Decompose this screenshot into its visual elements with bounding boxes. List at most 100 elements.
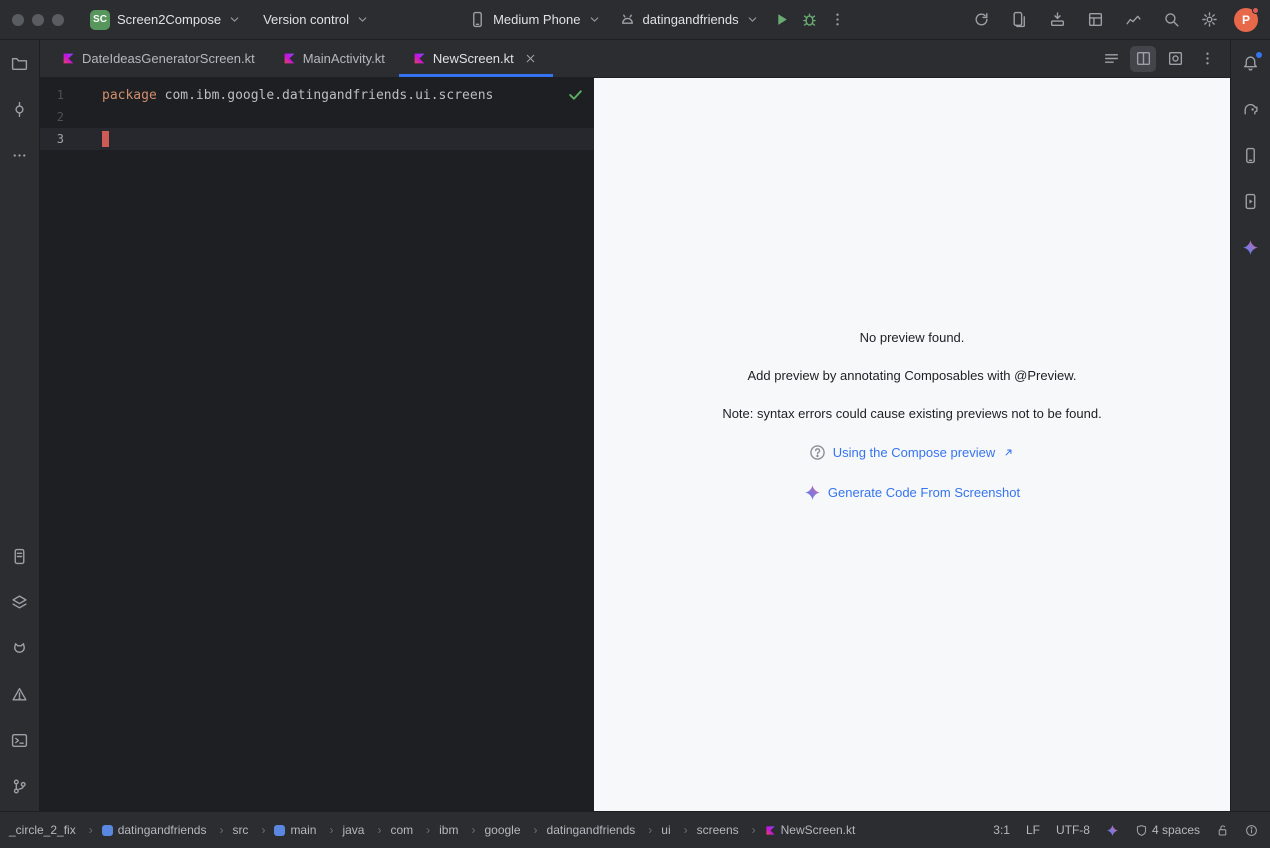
preview-hint-1: Add preview by annotating Composables wi… bbox=[748, 368, 1077, 383]
tab-newscreen[interactable]: NewScreen.kt bbox=[399, 40, 553, 77]
window-controls bbox=[12, 14, 64, 26]
breadcrumb-label: ui bbox=[661, 823, 670, 837]
run-configuration-label: datingandfriends bbox=[643, 12, 739, 27]
terminal-icon bbox=[11, 732, 28, 749]
version-control-widget[interactable]: Version control bbox=[255, 8, 377, 31]
chevron-down-icon bbox=[588, 13, 601, 26]
running-devices-tool-button[interactable] bbox=[1238, 188, 1264, 214]
user-avatar[interactable]: P bbox=[1234, 8, 1258, 32]
device-manager-button[interactable] bbox=[1006, 7, 1032, 33]
project-name: Screen2Compose bbox=[117, 12, 221, 27]
breadcrumb-label: ibm bbox=[439, 823, 458, 837]
editor-column: DateIdeasGeneratorScreen.kt MainActivity… bbox=[40, 40, 1230, 811]
breadcrumb-item-file[interactable]: NewScreen.kt bbox=[764, 821, 857, 839]
chevron-down-icon bbox=[746, 13, 759, 26]
code-view-toggle[interactable] bbox=[1098, 46, 1124, 72]
device-explorer-tool-button[interactable] bbox=[7, 543, 33, 569]
statusbar-widgets: 3:1 LF UTF-8 4 spaces bbox=[993, 823, 1258, 837]
sync-project-button[interactable] bbox=[968, 7, 994, 33]
breadcrumb-item[interactable]: java bbox=[341, 821, 389, 839]
titlebar: SC Screen2Compose Version control Medium… bbox=[0, 0, 1270, 40]
encoding-widget[interactable]: UTF-8 bbox=[1056, 823, 1090, 837]
run-configuration-selector[interactable]: datingandfriends bbox=[611, 7, 767, 32]
breadcrumb-label: main bbox=[290, 823, 316, 837]
editor-tab-bar: DateIdeasGeneratorScreen.kt MainActivity… bbox=[40, 40, 1230, 78]
tab-mainactivity[interactable]: MainActivity.kt bbox=[269, 40, 399, 77]
breadcrumb-item[interactable]: ui bbox=[660, 821, 695, 839]
inspections-status-widget[interactable] bbox=[567, 86, 584, 107]
gemini-status-widget[interactable] bbox=[1106, 824, 1119, 837]
settings-button[interactable] bbox=[1196, 7, 1222, 33]
build-variants-tool-button[interactable] bbox=[7, 589, 33, 615]
gear-icon bbox=[1201, 11, 1218, 28]
run-icon bbox=[773, 11, 790, 28]
minimize-window-button[interactable] bbox=[32, 14, 44, 26]
check-icon bbox=[567, 86, 584, 103]
debug-button[interactable] bbox=[797, 7, 823, 33]
no-preview-title: No preview found. bbox=[860, 330, 965, 345]
code-line-2[interactable]: 2 bbox=[40, 106, 594, 128]
caret-position-label: 3:1 bbox=[993, 823, 1010, 837]
kotlin-file-icon bbox=[413, 52, 426, 65]
warning-icon bbox=[11, 686, 28, 703]
gemini-icon bbox=[1242, 239, 1259, 256]
code-line-3[interactable]: 3 bbox=[40, 128, 594, 150]
more-dots-icon bbox=[11, 147, 28, 164]
tab-dateideasgeneratorscreen[interactable]: DateIdeasGeneratorScreen.kt bbox=[48, 40, 269, 77]
info-circle-icon bbox=[1245, 824, 1258, 837]
split-view-toggle[interactable] bbox=[1130, 46, 1156, 72]
breadcrumb-item[interactable]: google bbox=[483, 821, 545, 839]
close-window-button[interactable] bbox=[12, 14, 24, 26]
generate-code-from-screenshot-link[interactable]: Generate Code From Screenshot bbox=[804, 484, 1020, 501]
kebab-menu-icon bbox=[829, 11, 846, 28]
indent-widget[interactable]: 4 spaces bbox=[1135, 823, 1200, 837]
project-tool-button[interactable] bbox=[7, 50, 33, 76]
layout-inspector-button[interactable] bbox=[1082, 7, 1108, 33]
chevron-down-icon bbox=[356, 13, 369, 26]
sdk-manager-button[interactable] bbox=[1044, 7, 1070, 33]
readonly-toggle-widget[interactable] bbox=[1216, 824, 1229, 837]
project-selector[interactable]: SC Screen2Compose bbox=[82, 6, 249, 34]
titlebar-right-actions: P bbox=[968, 7, 1258, 33]
design-view-toggle[interactable] bbox=[1162, 46, 1188, 72]
zoom-window-button[interactable] bbox=[52, 14, 64, 26]
breadcrumb-label: NewScreen.kt bbox=[781, 823, 856, 837]
sdk-manager-icon bbox=[1049, 11, 1066, 28]
problems-tool-button[interactable] bbox=[7, 681, 33, 707]
breadcrumb-item[interactable]: datingandfriends bbox=[546, 821, 661, 839]
run-button[interactable] bbox=[769, 7, 795, 33]
breadcrumb-item[interactable]: ibm bbox=[438, 821, 483, 839]
status-info-widget[interactable] bbox=[1245, 824, 1258, 837]
breadcrumb-item[interactable]: _circle_2_fix bbox=[8, 821, 101, 839]
profiler-button[interactable] bbox=[1120, 7, 1146, 33]
commit-tool-button[interactable] bbox=[7, 96, 33, 122]
more-tool-windows-button[interactable] bbox=[7, 142, 33, 168]
gemini-tool-button[interactable] bbox=[1238, 234, 1264, 260]
breadcrumb-item[interactable]: main bbox=[273, 821, 341, 839]
debug-bug-icon bbox=[801, 11, 818, 28]
breadcrumb-item[interactable]: src bbox=[231, 821, 273, 839]
logcat-tool-button[interactable] bbox=[7, 635, 33, 661]
compose-preview-doc-link[interactable]: Using the Compose preview bbox=[809, 444, 1016, 461]
compose-preview-link-label: Using the Compose preview bbox=[833, 445, 996, 460]
editor-options-button[interactable] bbox=[1194, 46, 1220, 72]
status-bar: _circle_2_fix datingandfriends src main … bbox=[0, 811, 1270, 848]
device-selector[interactable]: Medium Phone bbox=[461, 7, 608, 32]
code-editor[interactable]: 1 package com.ibm.google.datingandfriend… bbox=[40, 78, 594, 811]
breadcrumb-label: screens bbox=[697, 823, 739, 837]
search-everywhere-button[interactable] bbox=[1158, 7, 1184, 33]
line-ending-widget[interactable]: LF bbox=[1026, 823, 1040, 837]
search-icon bbox=[1163, 11, 1180, 28]
caret-position-widget[interactable]: 3:1 bbox=[993, 823, 1010, 837]
gradle-tool-button[interactable] bbox=[1238, 96, 1264, 122]
version-control-tool-button[interactable] bbox=[7, 773, 33, 799]
breadcrumb-item[interactable]: com bbox=[389, 821, 438, 839]
notifications-button[interactable] bbox=[1238, 50, 1264, 76]
more-run-options-button[interactable] bbox=[825, 7, 851, 33]
device-manager-tool-button[interactable] bbox=[1238, 142, 1264, 168]
close-tab-icon[interactable] bbox=[523, 51, 539, 67]
code-line-1[interactable]: 1 package com.ibm.google.datingandfriend… bbox=[40, 84, 594, 106]
terminal-tool-button[interactable] bbox=[7, 727, 33, 753]
breadcrumb-item[interactable]: screens bbox=[696, 821, 764, 839]
breadcrumb-item[interactable]: datingandfriends bbox=[101, 821, 232, 839]
